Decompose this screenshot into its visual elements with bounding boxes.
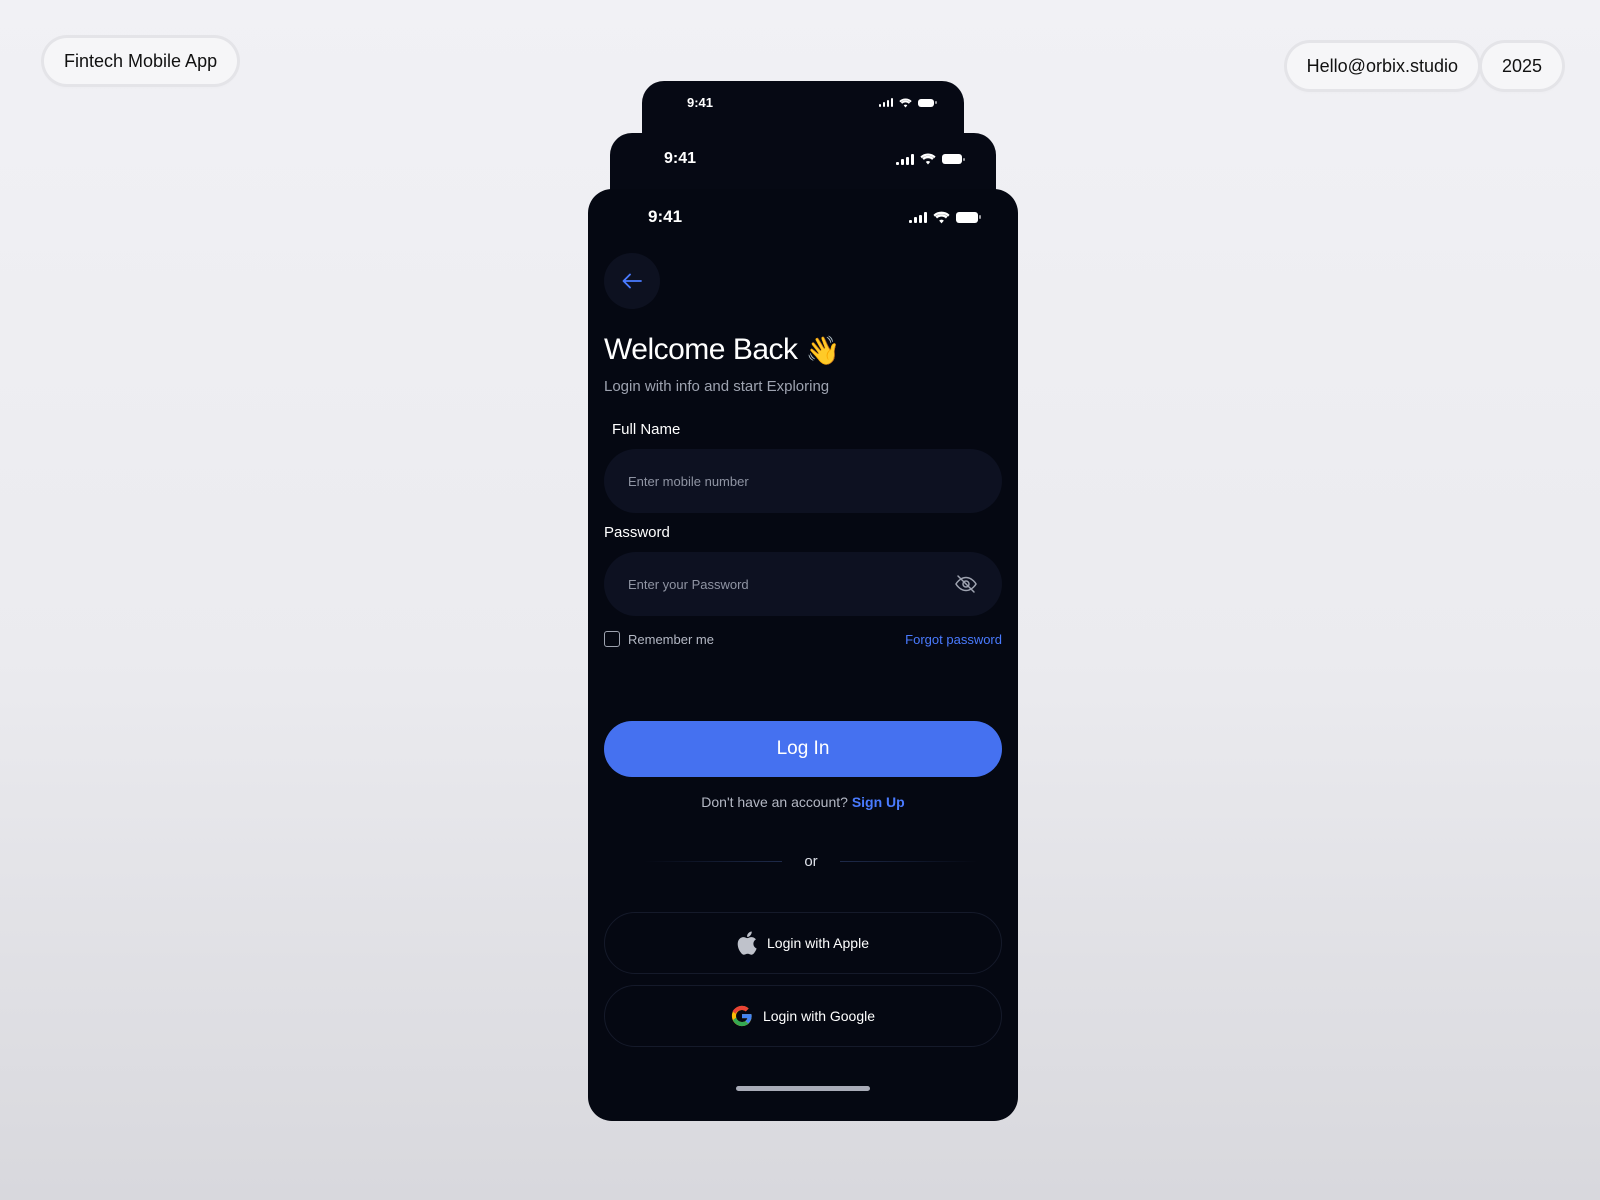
- eye-off-icon[interactable]: [954, 572, 978, 596]
- status-time: 9:41: [687, 95, 714, 110]
- remember-me: Remember me: [604, 631, 714, 647]
- or-text: or: [804, 853, 818, 870]
- login-button[interactable]: Log In: [604, 721, 1002, 777]
- status-bar: 9:41: [610, 150, 996, 168]
- login-apple-button[interactable]: Login with Apple: [604, 912, 1002, 974]
- signal-icon: [896, 153, 914, 165]
- password-field-wrap: [604, 552, 1002, 616]
- battery-icon: [942, 154, 965, 164]
- back-arrow-icon: [622, 273, 642, 289]
- status-icons: [909, 211, 981, 224]
- status-time: 9:41: [664, 150, 697, 167]
- wifi-icon: [933, 211, 950, 223]
- or-divider: or: [644, 853, 978, 870]
- login-apple-label: Login with Apple: [767, 935, 869, 951]
- back-button[interactable]: [604, 253, 660, 309]
- google-icon: [731, 1005, 752, 1027]
- wifi-icon: [899, 98, 912, 107]
- phone-screen-login: 9:41 Welcome Back 👋 Login with info and …: [588, 189, 1018, 1121]
- password-input[interactable]: [628, 576, 954, 592]
- signal-icon: [879, 98, 893, 107]
- signal-icon: [909, 211, 927, 223]
- phone-stack-back-2: 9:41: [642, 81, 964, 141]
- password-label: Password: [604, 524, 670, 541]
- status-time: 9:41: [648, 207, 683, 226]
- year-pill: 2025: [1481, 43, 1562, 89]
- email-text: Hello@orbix.studio: [1306, 55, 1458, 76]
- divider-line-right: [839, 861, 978, 862]
- signup-row: Don't have an account? Sign Up: [588, 794, 1018, 810]
- full-name-input[interactable]: [628, 473, 978, 489]
- signup-link[interactable]: Sign Up: [852, 794, 905, 810]
- wifi-icon: [920, 153, 936, 165]
- remember-me-checkbox[interactable]: [604, 631, 620, 647]
- home-indicator: [736, 1086, 870, 1091]
- wave-emoji: 👋: [805, 334, 841, 366]
- full-name-field-wrap: [604, 449, 1002, 513]
- status-icons: [879, 98, 937, 108]
- status-bar: 9:41: [588, 207, 1018, 227]
- signup-prompt: Don't have an account?: [701, 794, 848, 810]
- project-label: Fintech Mobile App: [64, 50, 218, 71]
- apple-icon: [737, 931, 757, 955]
- status-bar: 9:41: [642, 95, 964, 110]
- remember-me-label: Remember me: [628, 631, 714, 647]
- login-google-label: Login with Google: [762, 1008, 876, 1024]
- project-label-pill: Fintech Mobile App: [44, 38, 238, 84]
- battery-icon: [918, 98, 937, 107]
- year-text: 2025: [1501, 55, 1542, 76]
- divider-line-left: [644, 861, 783, 862]
- login-google-button[interactable]: Login with Google: [604, 985, 1002, 1047]
- forgot-password-link[interactable]: Forgot password: [905, 632, 1002, 647]
- battery-icon: [956, 211, 981, 223]
- full-name-label: Full Name: [612, 421, 681, 438]
- status-icons: [896, 153, 965, 165]
- page-title: Welcome Back 👋: [604, 333, 840, 367]
- page-subtitle: Login with info and start Exploring: [604, 378, 830, 395]
- email-pill[interactable]: Hello@orbix.studio: [1286, 43, 1478, 89]
- page-title-text: Welcome Back: [604, 333, 798, 366]
